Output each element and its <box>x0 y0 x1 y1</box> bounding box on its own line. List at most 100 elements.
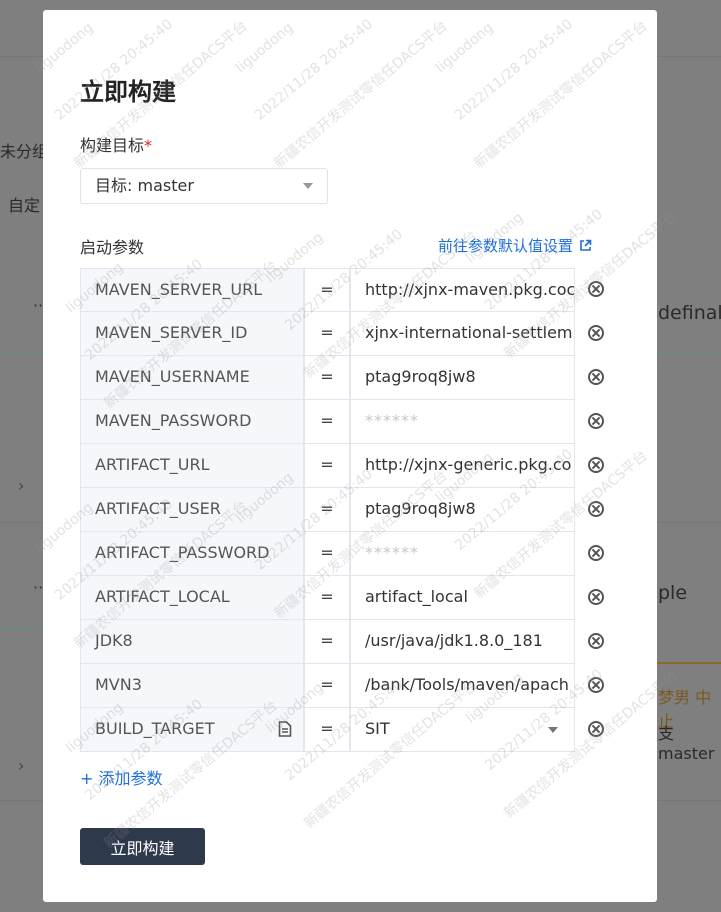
param-key-input[interactable]: ARTIFACT_LOCAL <box>80 576 304 620</box>
param-key: MAVEN_SERVER_URL <box>95 280 263 299</box>
param-key: ARTIFACT_PASSWORD <box>95 543 270 562</box>
remove-param-icon[interactable] <box>588 369 604 385</box>
remove-param-icon[interactable] <box>588 633 604 649</box>
remove-param-icon[interactable] <box>588 501 604 517</box>
remove-param-icon[interactable] <box>588 589 604 605</box>
required-mark: * <box>144 136 153 155</box>
param-equals: = <box>304 664 350 708</box>
build-now-button[interactable]: 立即构建 <box>80 828 205 865</box>
param-row: ARTIFACT_PASSWORD = ****** <box>80 532 604 576</box>
param-row: MAVEN_SERVER_URL = http://xjnx-maven.pkg.c… <box>80 268 604 312</box>
param-value: ****** <box>365 543 419 562</box>
param-equals: = <box>304 312 350 356</box>
param-value: xjnx-international-settlem <box>365 323 573 342</box>
param-value: http://xjnx-maven.pkg.coc <box>365 280 575 299</box>
param-value-input[interactable]: ptag9roq8jw8 <box>350 488 575 532</box>
param-key-input[interactable]: MAVEN_SERVER_URL <box>80 268 304 312</box>
param-value: artifact_local <box>365 587 468 606</box>
document-icon[interactable] <box>278 721 292 737</box>
param-row: ARTIFACT_LOCAL = artifact_local <box>80 576 604 620</box>
bg-green-line <box>0 628 43 630</box>
param-value-input[interactable]: artifact_local <box>350 576 575 620</box>
param-key-input[interactable]: MAVEN_PASSWORD <box>80 400 304 444</box>
param-equals: = <box>304 708 350 752</box>
remove-param-icon[interactable] <box>588 457 604 473</box>
param-key: ARTIFACT_URL <box>95 455 210 474</box>
remove-param-icon[interactable] <box>588 721 604 737</box>
param-defaults-link-text: 前往参数默认值设置 <box>438 237 574 255</box>
target-select[interactable]: 目标: master <box>80 168 328 204</box>
param-row: ARTIFACT_URL = http://xjnx-generic.pkg.co <box>80 444 604 488</box>
bg-chevron-icon: › <box>18 756 25 775</box>
param-key-input[interactable]: ARTIFACT_URL <box>80 444 304 488</box>
param-key-input[interactable]: JDK8 <box>80 620 304 664</box>
chevron-down-icon <box>303 183 313 189</box>
param-value: http://xjnx-generic.pkg.co <box>365 455 572 474</box>
bg-orange-line <box>657 662 721 664</box>
param-value-input[interactable]: ****** <box>350 400 575 444</box>
params-table: MAVEN_SERVER_URL = http://xjnx-maven.pkg.c… <box>80 268 604 752</box>
bg-branch: 支 master <box>658 724 715 763</box>
chevron-down-icon <box>548 727 558 733</box>
param-value: ****** <box>365 411 419 430</box>
remove-param-icon[interactable] <box>588 677 604 693</box>
param-key: BUILD_TARGET <box>95 719 215 738</box>
param-value-input[interactable]: ptag9roq8jw8 <box>350 356 575 400</box>
build-dialog: 立即构建 构建目标* 目标: master 启动参数 前往参数默认值设置 MAV… <box>43 10 657 902</box>
param-equals: = <box>304 356 350 400</box>
param-value-input[interactable]: xjnx-international-settlem <box>350 312 575 356</box>
bg-green-line-right <box>657 352 721 354</box>
param-row: BUILD_TARGET = SIT <box>80 708 604 752</box>
param-defaults-link[interactable]: 前往参数默认值设置 <box>438 235 592 256</box>
param-row: ARTIFACT_USER = ptag9roq8jw8 <box>80 488 604 532</box>
param-value: /usr/java/jdk1.8.0_181 <box>365 631 543 650</box>
param-equals: = <box>304 400 350 444</box>
param-key-input[interactable]: MVN3 <box>80 664 304 708</box>
remove-param-icon[interactable] <box>588 325 604 341</box>
build-target-label-text: 构建目标 <box>80 136 145 155</box>
param-equals: = <box>304 488 350 532</box>
bg-definal: definal <box>658 302 721 324</box>
param-key: MVN3 <box>95 675 142 694</box>
build-target-label: 构建目标* <box>80 132 152 156</box>
param-value-input[interactable]: http://xjnx-generic.pkg.co <box>350 444 575 488</box>
param-equals: = <box>304 268 350 312</box>
param-row: JDK8 = /usr/java/jdk1.8.0_181 <box>80 620 604 664</box>
param-value-select[interactable]: SIT <box>350 708 575 752</box>
param-value-input[interactable]: /usr/java/jdk1.8.0_181 <box>350 620 575 664</box>
param-key: ARTIFACT_USER <box>95 499 221 518</box>
bg-chevron-icon: › <box>18 476 25 495</box>
remove-param-icon[interactable] <box>588 545 604 561</box>
param-key-input[interactable]: ARTIFACT_USER <box>80 488 304 532</box>
params-label: 启动参数 <box>80 238 145 257</box>
param-equals: = <box>304 532 350 576</box>
param-key-input[interactable]: BUILD_TARGET <box>80 708 304 752</box>
param-key: MAVEN_USERNAME <box>95 367 250 386</box>
bg-ple: ple <box>658 582 688 604</box>
param-value: /bank/Tools/maven/apach <box>365 675 569 694</box>
param-key-input[interactable]: ARTIFACT_PASSWORD <box>80 532 304 576</box>
remove-param-icon[interactable] <box>588 413 604 429</box>
param-row: MAVEN_SERVER_ID = xjnx-international-settl… <box>80 312 604 356</box>
param-row: MAVEN_PASSWORD = ****** <box>80 400 604 444</box>
param-value: ptag9roq8jw8 <box>365 367 476 386</box>
param-key: MAVEN_PASSWORD <box>95 411 252 430</box>
remove-param-icon[interactable] <box>588 281 604 297</box>
param-value: SIT <box>365 719 390 738</box>
param-value-input[interactable]: ****** <box>350 532 575 576</box>
param-key-input[interactable]: MAVEN_USERNAME <box>80 356 304 400</box>
bg-green-line <box>0 352 43 354</box>
param-value-input[interactable]: http://xjnx-maven.pkg.coc <box>350 268 575 312</box>
param-key: MAVEN_SERVER_ID <box>95 323 248 342</box>
bg-unassigned-group: 未分组 <box>0 142 49 161</box>
add-param-link[interactable]: + 添加参数 <box>80 765 163 789</box>
param-equals: = <box>304 620 350 664</box>
param-key-input[interactable]: MAVEN_SERVER_ID <box>80 312 304 356</box>
param-row: MAVEN_USERNAME = ptag9roq8jw8 <box>80 356 604 400</box>
param-value: ptag9roq8jw8 <box>365 499 476 518</box>
param-row: MVN3 = /bank/Tools/maven/apach <box>80 664 604 708</box>
param-key: JDK8 <box>95 631 133 650</box>
bg-custom: 自定 <box>8 196 41 215</box>
param-value-input[interactable]: /bank/Tools/maven/apach <box>350 664 575 708</box>
param-key: ARTIFACT_LOCAL <box>95 587 230 606</box>
